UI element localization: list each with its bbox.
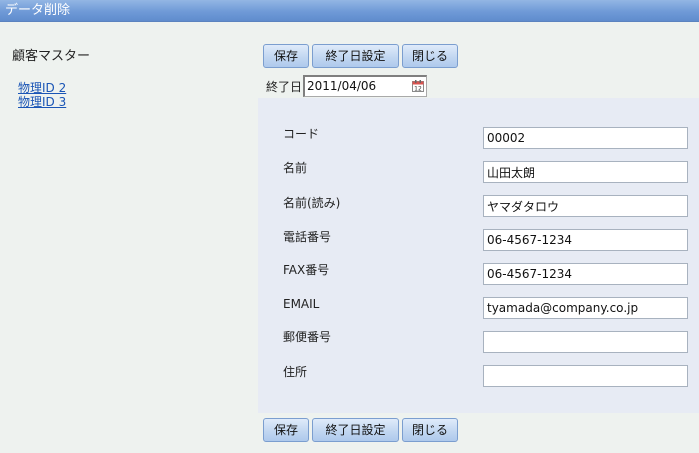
fax-label: FAX番号 (283, 263, 330, 277)
bottom-toolbar: 保存 終了日設定 閉じる (263, 418, 458, 442)
postal-code-label: 郵便番号 (283, 330, 332, 344)
sidebar-title: 顧客マスター (12, 49, 91, 64)
svg-text:12: 12 (414, 86, 422, 93)
calendar-icon[interactable]: 12 (412, 80, 425, 93)
fax-input[interactable] (483, 263, 688, 285)
window-title: データ削除 (5, 3, 71, 18)
form-panel: コード 名前 名前(読み) 電話番号 FAX番号 EMAIL 郵便番号 住所 (258, 98, 699, 413)
email-label: EMAIL (283, 297, 320, 311)
form-row-address: 住所 (258, 365, 699, 395)
name-input[interactable] (483, 161, 688, 183)
close-button[interactable]: 閉じる (402, 44, 458, 68)
address-label: 住所 (283, 365, 308, 379)
postal-code-input[interactable] (483, 331, 688, 353)
save-button[interactable]: 保存 (263, 44, 309, 68)
phone-label: 電話番号 (283, 230, 332, 244)
email-input[interactable] (483, 297, 688, 319)
name-reading-label: 名前(読み) (283, 196, 341, 210)
form-row-postal-code: 郵便番号 (258, 330, 699, 360)
end-date-row: 終了日 12 (266, 74, 428, 98)
address-input[interactable] (483, 365, 688, 387)
form-row-name-reading: 名前(読み) (258, 195, 699, 226)
save-button-bottom[interactable]: 保存 (263, 418, 309, 442)
end-date-box: 12 (303, 75, 428, 97)
end-date-label: 終了日 (266, 79, 303, 94)
set-end-date-button[interactable]: 終了日設定 (312, 44, 399, 68)
code-label: コード (283, 127, 320, 141)
form-row-name: 名前 (258, 161, 699, 191)
title-bar: データ削除 (0, 0, 699, 22)
code-input[interactable] (483, 127, 688, 149)
sidebar-link-physical-id-2[interactable]: 物理ID 2 (18, 81, 66, 95)
sidebar-links: 物理ID 2 物理ID 3 (18, 81, 66, 109)
name-reading-input[interactable] (483, 195, 688, 217)
form-row-phone: 電話番号 (258, 229, 699, 260)
form-row-code: コード (258, 127, 699, 157)
sidebar-link-physical-id-3[interactable]: 物理ID 3 (18, 95, 66, 109)
name-label: 名前 (283, 161, 308, 175)
phone-input[interactable] (483, 229, 688, 251)
form-row-fax: FAX番号 (258, 263, 699, 293)
top-toolbar: 保存 終了日設定 閉じる (263, 44, 458, 68)
set-end-date-button-bottom[interactable]: 終了日設定 (312, 418, 399, 442)
end-date-input[interactable] (305, 77, 408, 95)
close-button-bottom[interactable]: 閉じる (402, 418, 458, 442)
form-row-email: EMAIL (258, 297, 699, 327)
